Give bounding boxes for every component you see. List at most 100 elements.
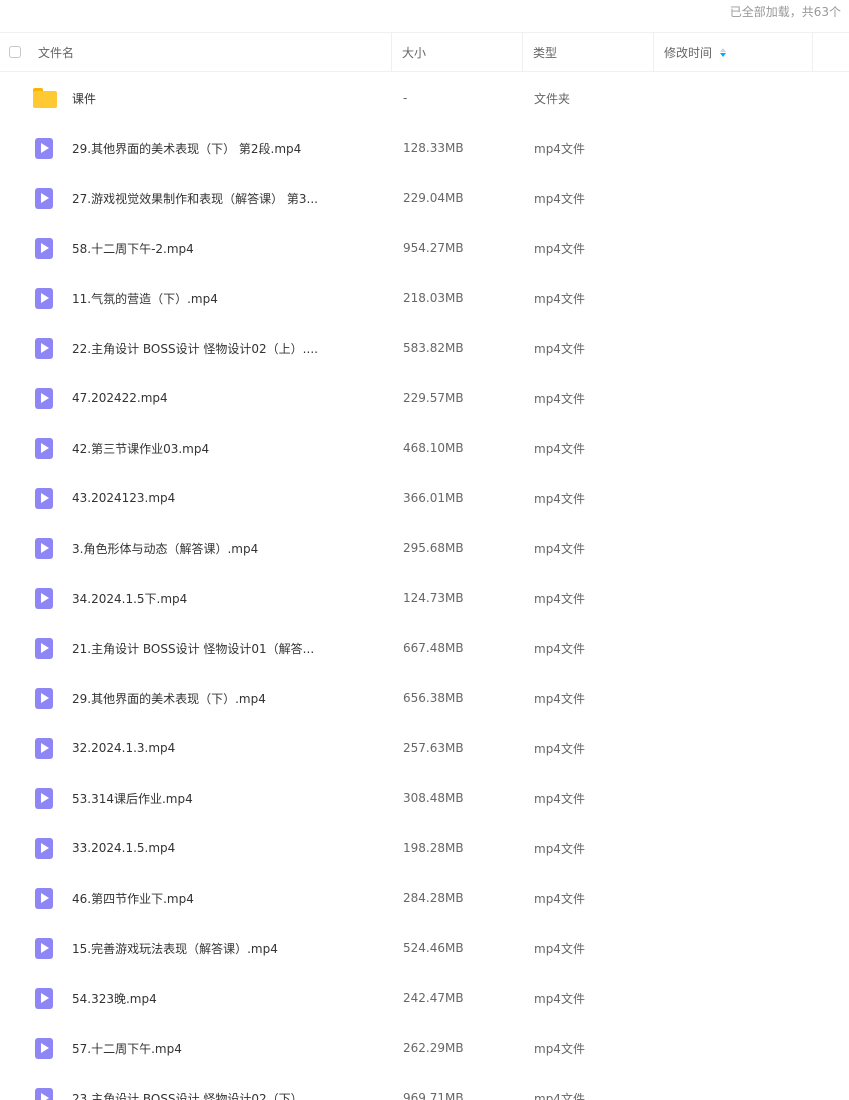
file-size: 284.28MB xyxy=(403,891,464,905)
video-file-icon xyxy=(35,1087,53,1100)
column-header-modified-label: 修改时间 xyxy=(664,45,713,60)
file-type: mp4文件 xyxy=(534,491,585,506)
file-row[interactable]: 46.第四节作业下.mp4 284.28MB mp4文件 xyxy=(0,873,849,923)
file-size: 262.29MB xyxy=(403,1041,464,1055)
file-type: mp4文件 xyxy=(534,841,585,856)
column-header-name[interactable]: 文件名 xyxy=(28,33,392,71)
file-type: mp4文件 xyxy=(534,441,585,456)
file-size: 242.47MB xyxy=(403,991,464,1005)
file-name[interactable]: 57.十二周下午.mp4 xyxy=(72,1040,403,1057)
file-name[interactable]: 29.其他界面的美术表现（下）.mp4 xyxy=(72,690,403,707)
file-name[interactable]: 22.主角设计 BOSS设计 怪物设计02（上）.... xyxy=(72,340,403,357)
file-name[interactable]: 53.314课后作业.mp4 xyxy=(72,790,403,807)
video-file-icon xyxy=(35,687,53,709)
video-file-icon xyxy=(35,287,53,309)
file-row[interactable]: 29.其他界面的美术表现（下） 第2段.mp4 128.33MB mp4文件 xyxy=(0,123,849,173)
file-name[interactable]: 47.202422.mp4 xyxy=(72,391,403,405)
file-row[interactable]: 57.十二周下午.mp4 262.29MB mp4文件 xyxy=(0,1023,849,1073)
video-file-icon xyxy=(35,237,53,259)
video-file-icon xyxy=(35,937,53,959)
column-header-type[interactable]: 类型 xyxy=(523,33,654,71)
file-row[interactable]: 43.2024123.mp4 366.01MB mp4文件 xyxy=(0,473,849,523)
file-size: - xyxy=(403,91,408,105)
video-file-icon xyxy=(35,737,53,759)
column-header-modified[interactable]: 修改时间 xyxy=(654,33,813,71)
load-status-text: 已全部加载，共63个 xyxy=(729,5,841,19)
file-row[interactable]: 23.主角设计 BOSS设计 怪物设计02（下）... 969.71MB mp4… xyxy=(0,1073,849,1100)
file-size: 295.68MB xyxy=(403,541,464,555)
file-size: 229.57MB xyxy=(403,391,464,405)
file-type: mp4文件 xyxy=(534,741,585,756)
file-size: 308.48MB xyxy=(403,791,464,805)
file-name[interactable]: 21.主角设计 BOSS设计 怪物设计01（解答... xyxy=(72,640,403,657)
column-header-name-label: 文件名 xyxy=(38,45,75,60)
file-row[interactable]: 22.主角设计 BOSS设计 怪物设计02（上）.... 583.82MB mp… xyxy=(0,323,849,373)
file-size: 656.38MB xyxy=(403,691,464,705)
sort-down-arrow-icon xyxy=(720,52,727,57)
file-name[interactable]: 34.2024.1.5下.mp4 xyxy=(72,590,403,607)
file-row[interactable]: 53.314课后作业.mp4 308.48MB mp4文件 xyxy=(0,773,849,823)
file-row[interactable]: 33.2024.1.5.mp4 198.28MB mp4文件 xyxy=(0,823,849,873)
file-row[interactable]: 42.第三节课作业03.mp4 468.10MB mp4文件 xyxy=(0,423,849,473)
file-size: 524.46MB xyxy=(403,941,464,955)
file-row[interactable]: 58.十二周下午-2.mp4 954.27MB mp4文件 xyxy=(0,223,849,273)
file-row[interactable]: 54.323晚.mp4 242.47MB mp4文件 xyxy=(0,973,849,1023)
file-type: mp4文件 xyxy=(534,691,585,706)
file-name[interactable]: 54.323晚.mp4 xyxy=(72,990,403,1007)
file-name[interactable]: 42.第三节课作业03.mp4 xyxy=(72,440,403,457)
file-row[interactable]: 34.2024.1.5下.mp4 124.73MB mp4文件 xyxy=(0,573,849,623)
file-name[interactable]: 3.角色形体与动态（解答课）.mp4 xyxy=(72,540,403,557)
file-type: mp4文件 xyxy=(534,891,585,906)
video-file-icon xyxy=(35,487,53,509)
file-name[interactable]: 23.主角设计 BOSS设计 怪物设计02（下）... xyxy=(72,1090,403,1100)
file-type: mp4文件 xyxy=(534,1091,585,1100)
file-type: mp4文件 xyxy=(534,641,585,656)
file-size: 969.71MB xyxy=(403,1091,464,1100)
file-row[interactable]: 3.角色形体与动态（解答课）.mp4 295.68MB mp4文件 xyxy=(0,523,849,573)
video-file-icon xyxy=(35,787,53,809)
file-type: mp4文件 xyxy=(534,991,585,1006)
column-header-type-label: 类型 xyxy=(533,45,558,60)
file-type: mp4文件 xyxy=(534,191,585,206)
video-file-icon xyxy=(35,387,53,409)
file-row[interactable]: 27.游戏视觉效果制作和表现（解答课） 第3... 229.04MB mp4文件 xyxy=(0,173,849,223)
file-size: 128.33MB xyxy=(403,141,464,155)
file-name[interactable]: 15.完善游戏玩法表现（解答课）.mp4 xyxy=(72,940,403,957)
file-type: 文件夹 xyxy=(534,91,571,106)
file-row[interactable]: 15.完善游戏玩法表现（解答课）.mp4 524.46MB mp4文件 xyxy=(0,923,849,973)
file-list-header: 文件名 大小 类型 修改时间 xyxy=(0,32,849,72)
file-name[interactable]: 课件 xyxy=(72,90,403,107)
file-type: mp4文件 xyxy=(534,1041,585,1056)
file-type: mp4文件 xyxy=(534,291,585,306)
file-name[interactable]: 33.2024.1.5.mp4 xyxy=(72,841,403,855)
file-size: 667.48MB xyxy=(403,641,464,655)
file-row[interactable]: 47.202422.mp4 229.57MB mp4文件 xyxy=(0,373,849,423)
file-name[interactable]: 46.第四节作业下.mp4 xyxy=(72,890,403,907)
file-size: 468.10MB xyxy=(403,441,464,455)
sort-icon[interactable] xyxy=(720,47,727,57)
file-row[interactable]: 32.2024.1.3.mp4 257.63MB mp4文件 xyxy=(0,723,849,773)
file-row[interactable]: 21.主角设计 BOSS设计 怪物设计01（解答... 667.48MB mp4… xyxy=(0,623,849,673)
file-name[interactable]: 43.2024123.mp4 xyxy=(72,491,403,505)
file-type: mp4文件 xyxy=(534,791,585,806)
column-header-size[interactable]: 大小 xyxy=(392,33,523,71)
file-name[interactable]: 11.气氛的营造（下）.mp4 xyxy=(72,290,403,307)
file-row[interactable]: 29.其他界面的美术表现（下）.mp4 656.38MB mp4文件 xyxy=(0,673,849,723)
file-list-page: 已全部加载，共63个 文件名 大小 类型 修改时间 课件 - 文件夹 29.其他… xyxy=(0,0,849,1100)
file-size: 366.01MB xyxy=(403,491,464,505)
file-row[interactable]: 课件 - 文件夹 xyxy=(0,73,849,123)
select-all-cell xyxy=(0,33,28,71)
file-name[interactable]: 58.十二周下午-2.mp4 xyxy=(72,240,403,257)
file-type: mp4文件 xyxy=(534,391,585,406)
file-name[interactable]: 32.2024.1.3.mp4 xyxy=(72,741,403,755)
file-type: mp4文件 xyxy=(534,941,585,956)
file-size: 198.28MB xyxy=(403,841,464,855)
select-all-checkbox[interactable] xyxy=(9,46,21,58)
file-name[interactable]: 29.其他界面的美术表现（下） 第2段.mp4 xyxy=(72,140,403,157)
video-file-icon xyxy=(35,537,53,559)
file-type: mp4文件 xyxy=(534,241,585,256)
file-size: 218.03MB xyxy=(403,291,464,305)
file-row[interactable]: 11.气氛的营造（下）.mp4 218.03MB mp4文件 xyxy=(0,273,849,323)
video-file-icon xyxy=(35,1037,53,1059)
file-name[interactable]: 27.游戏视觉效果制作和表现（解答课） 第3... xyxy=(72,190,403,207)
